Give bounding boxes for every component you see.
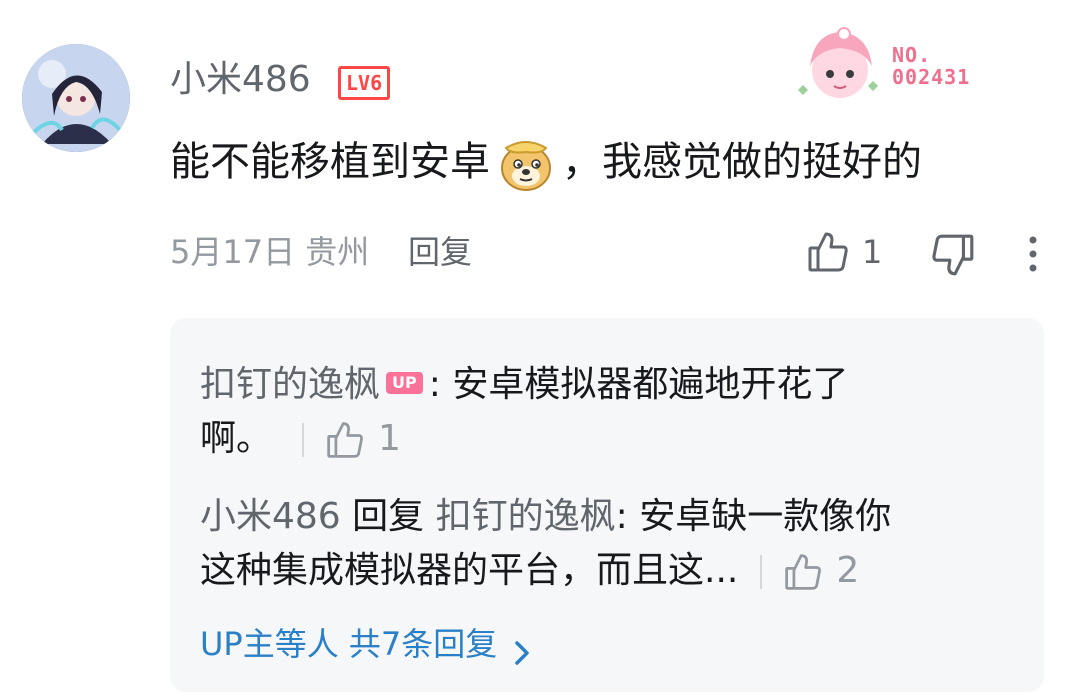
- reply-target[interactable]: 扣钉的逸枫: [436, 496, 616, 537]
- view-more-replies-link[interactable]: UP主等人 共7条回复: [200, 620, 533, 668]
- more-vertical-icon[interactable]: [1018, 234, 1048, 274]
- comment-text: 能不能移植到安卓 ，我感觉做的挺好的: [170, 134, 922, 194]
- thumb-up-icon[interactable]: [782, 552, 824, 592]
- reply-author[interactable]: 扣钉的逸枫: [200, 364, 380, 405]
- reply-item-2[interactable]: 小米486 回复 扣钉的逸枫: 安卓缺一款像你 这种集成模拟器的平台，而且这..…: [200, 490, 891, 598]
- reply-like-count: 1: [378, 418, 401, 459]
- thumb-up-icon[interactable]: [324, 420, 366, 460]
- up-badge: UP: [386, 372, 423, 394]
- comment-username[interactable]: 小米486: [170, 58, 311, 102]
- user-level-badge: LV6: [338, 66, 391, 100]
- comment-like-count: 1: [862, 233, 883, 271]
- comment-date-location: 5月17日 贵州: [170, 233, 370, 271]
- chevron-right-icon: [511, 632, 533, 665]
- user-avatar[interactable]: [22, 44, 130, 152]
- reply-author[interactable]: 小米486: [200, 496, 341, 537]
- thumb-down-icon[interactable]: [930, 232, 976, 278]
- divider: [760, 555, 763, 589]
- reply-preview-box[interactable]: 扣钉的逸枫 UP: 安卓模拟器都遍地开花了 啊。 1 小米486 回复 扣钉的逸枫…: [170, 318, 1044, 692]
- reply-like-count: 2: [836, 550, 860, 591]
- doge-emoji-icon: [496, 134, 556, 194]
- fan-badge-number: NO. 002431: [892, 43, 971, 89]
- reply-item-1[interactable]: 扣钉的逸枫 UP: 安卓模拟器都遍地开花了 啊。 1: [200, 358, 848, 466]
- thumb-up-icon[interactable]: [806, 230, 850, 274]
- reply-button[interactable]: 回复: [408, 230, 472, 274]
- divider: [302, 423, 305, 457]
